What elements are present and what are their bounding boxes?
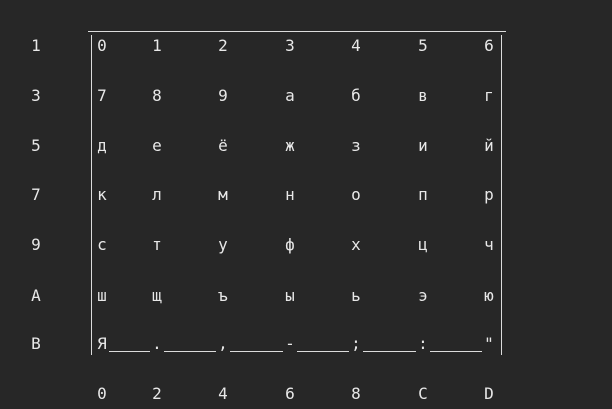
underscore-fill	[430, 351, 482, 352]
row-label: B	[31, 334, 41, 353]
column-label: C	[418, 384, 428, 403]
table-top-border	[88, 31, 506, 32]
grid-cell: ё	[218, 136, 228, 155]
grid-cell: о	[351, 185, 361, 204]
grid-cell: ф	[285, 235, 295, 254]
grid-cell: н	[285, 185, 295, 204]
grid-cell: ы	[285, 286, 295, 305]
row-label: 3	[31, 86, 41, 105]
column-label: 8	[351, 384, 361, 403]
column-label: 6	[285, 384, 295, 403]
grid-cell: э	[418, 286, 428, 305]
underscore-fill	[363, 351, 416, 352]
terminal-screen: 1 3 5 7 9 A B 0 1 2 3 4 5 6 7 8 9 а б в г д е ё ж з и й к л м н о п р с т у ф х…	[0, 0, 612, 409]
grid-cell: 5	[418, 36, 428, 55]
underscore-fill	[164, 351, 216, 352]
grid-cell: г	[484, 86, 494, 105]
grid-cell: ъ	[218, 286, 228, 305]
grid-cell: 3	[285, 36, 295, 55]
grid-cell: р	[484, 185, 494, 204]
grid-cell: в	[418, 86, 428, 105]
column-label: D	[484, 384, 494, 403]
grid-cell: у	[218, 235, 228, 254]
grid-cell: щ	[152, 286, 162, 305]
grid-cell: х	[351, 235, 361, 254]
column-label: 2	[152, 384, 162, 403]
underscore-fill	[297, 351, 349, 352]
grid-cell: 4	[351, 36, 361, 55]
row-label: 7	[31, 185, 41, 204]
grid-cell: ж	[285, 136, 295, 155]
grid-cell: 0	[97, 36, 107, 55]
grid-cell: ю	[484, 286, 494, 305]
table-right-border	[501, 35, 502, 355]
underscore-fill	[109, 351, 150, 352]
grid-cell: е	[152, 136, 162, 155]
row-label: 5	[31, 136, 41, 155]
grid-cell: "	[484, 334, 494, 353]
grid-cell: и	[418, 136, 428, 155]
grid-cell: к	[97, 185, 107, 204]
grid-cell: ш	[97, 286, 107, 305]
underscore-fill	[230, 351, 283, 352]
grid-cell: л	[152, 185, 162, 204]
grid-cell: п	[418, 185, 428, 204]
grid-cell: 9	[218, 86, 228, 105]
grid-cell: с	[97, 235, 107, 254]
grid-cell: д	[97, 136, 107, 155]
grid-cell: з	[351, 136, 361, 155]
grid-cell: 2	[218, 36, 228, 55]
row-label: 1	[31, 36, 41, 55]
grid-cell: ь	[351, 286, 361, 305]
grid-cell: 7	[97, 86, 107, 105]
column-label: 0	[97, 384, 107, 403]
column-label: 4	[218, 384, 228, 403]
grid-cell: а	[285, 86, 295, 105]
grid-cell: м	[218, 185, 228, 204]
grid-cell: й	[484, 136, 494, 155]
grid-cell: б	[351, 86, 361, 105]
grid-cell: т	[152, 235, 162, 254]
row-label: A	[31, 286, 41, 305]
grid-cell: 1	[152, 36, 162, 55]
grid-cell: ц	[418, 235, 428, 254]
grid-cell: 8	[152, 86, 162, 105]
grid-cell: ч	[484, 235, 494, 254]
grid-cell: 6	[484, 36, 494, 55]
row-label: 9	[31, 235, 41, 254]
